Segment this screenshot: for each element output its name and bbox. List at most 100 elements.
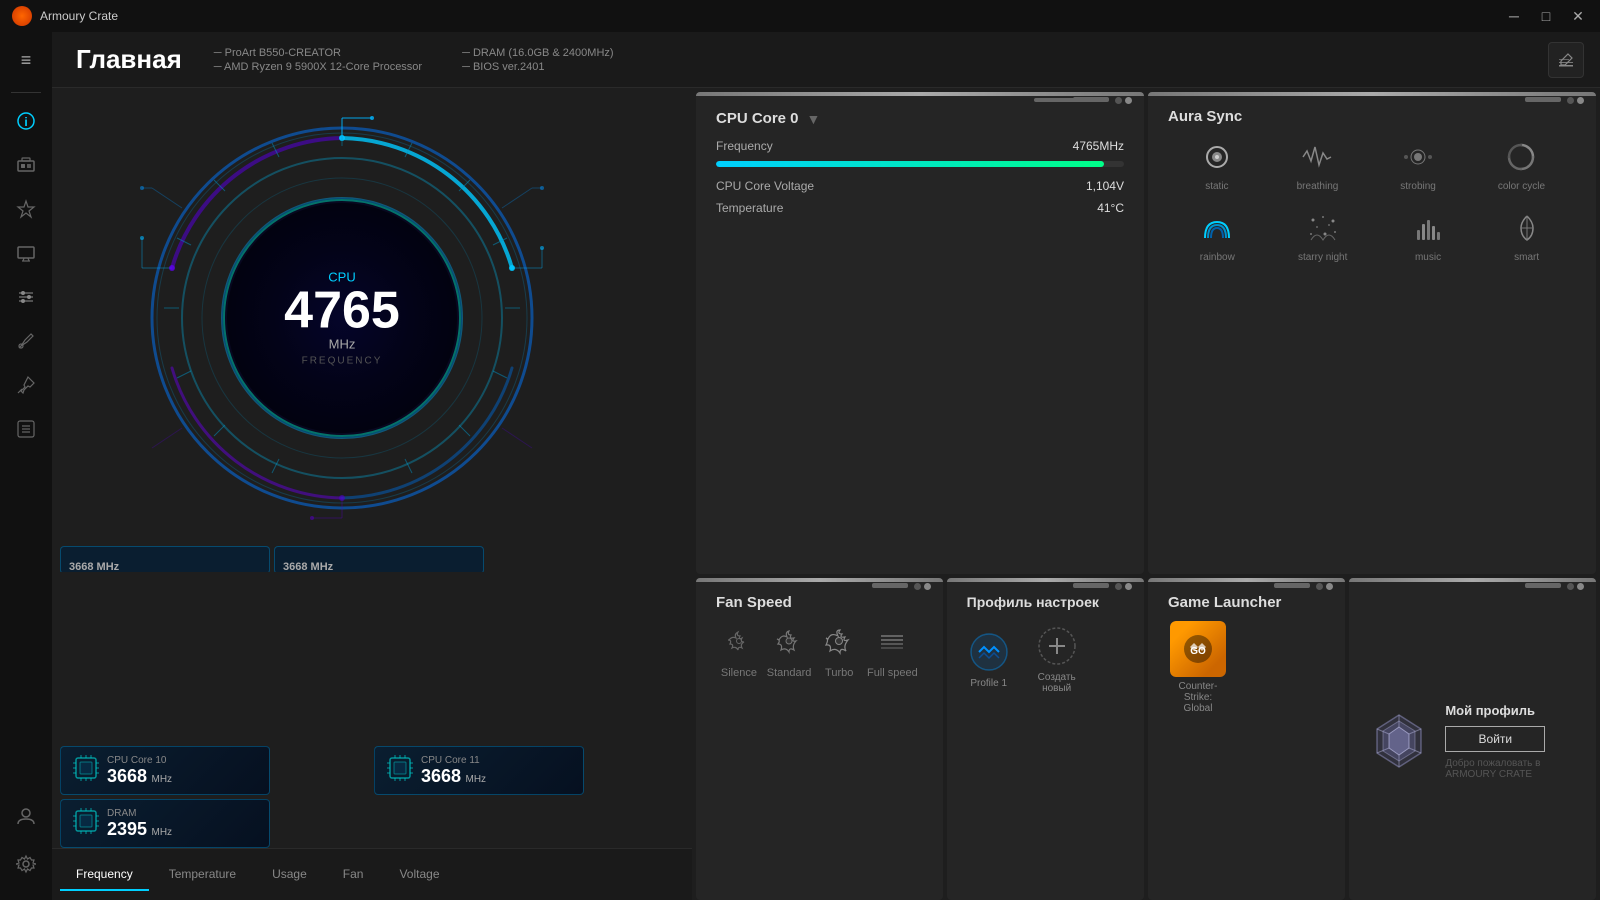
breathing-label: breathing bbox=[1297, 181, 1339, 192]
right-panel-container: CPU Core 0 ▼ Frequency 4765MHz CPU Core … bbox=[692, 88, 1600, 900]
fullspeed-label: Full speed bbox=[867, 667, 918, 679]
tab-fan[interactable]: Fan bbox=[327, 859, 380, 891]
fan-content: Fan Speed Silence bbox=[696, 578, 943, 691]
cpu-core-icon-0 bbox=[71, 753, 101, 788]
metric-unit-0: MHz bbox=[152, 774, 173, 785]
metric-card-0: CPU Core 10 3668 MHz bbox=[60, 746, 270, 795]
cpu-core-content: CPU Core 0 ▼ Frequency 4765MHz CPU Core … bbox=[696, 92, 1144, 235]
bottom-tabs: Frequency Temperature Usage Fan Voltage bbox=[52, 848, 692, 900]
my-profile-card: Мой профиль Войти Добро пожаловать в ARM… bbox=[1349, 578, 1596, 900]
sidebar-item-aura[interactable] bbox=[6, 189, 46, 229]
myprofile-top-bar bbox=[1349, 578, 1596, 582]
sidebar-item-menu[interactable]: ≡ bbox=[6, 40, 46, 80]
edit-button[interactable] bbox=[1548, 42, 1584, 78]
metric-card-2: DRAM 2395 MHz bbox=[60, 799, 270, 848]
profile-label-new: Создать новый bbox=[1038, 672, 1076, 694]
music-label: music bbox=[1415, 252, 1441, 263]
sidebar-item-list[interactable] bbox=[6, 409, 46, 449]
sidebar-item-settings[interactable] bbox=[6, 277, 46, 317]
spec-cpu: AMD Ryzen 9 5900X 12-Core Processor bbox=[214, 61, 422, 73]
aura-content: Aura Sync bbox=[1148, 92, 1596, 275]
cpu-visualization: CPU 4765 MHz FREQUENCY bbox=[132, 108, 552, 528]
fan-option-turbo[interactable]: Turbo bbox=[821, 625, 857, 679]
fan-options: Silence Standard bbox=[716, 625, 923, 679]
metric-name-2: DRAM bbox=[107, 808, 172, 819]
freq-row: Frequency 4765MHz bbox=[716, 139, 1124, 153]
aura-title: Aura Sync bbox=[1168, 108, 1576, 125]
aura-option-smart[interactable]: smart bbox=[1509, 210, 1545, 263]
profile-icon-1 bbox=[967, 630, 1011, 674]
game-item-csgo[interactable]: GO Counter-Strike: Global bbox=[1168, 621, 1228, 714]
sidebar-item-tools[interactable] bbox=[6, 321, 46, 361]
aura-option-starrynight[interactable]: starry night bbox=[1298, 210, 1347, 263]
sidebar-item-pin[interactable] bbox=[6, 365, 46, 405]
cpu-core-card: CPU Core 0 ▼ Frequency 4765MHz CPU Core … bbox=[696, 92, 1144, 574]
cpu-core-chevron[interactable]: ▼ bbox=[807, 111, 821, 127]
fan-title: Fan Speed bbox=[716, 594, 923, 611]
cpu-display: CPU 4765 MHz FREQUENCY bbox=[284, 270, 400, 367]
freq-label: Frequency bbox=[716, 139, 773, 153]
starrynight-icon bbox=[1305, 210, 1341, 246]
left-panel: CPU 4765 MHz FREQUENCY 3668 MHz bbox=[52, 88, 692, 900]
colorcycle-label: color cycle bbox=[1498, 181, 1545, 192]
static-label: static bbox=[1205, 181, 1228, 192]
profile-item-new[interactable]: Создать новый bbox=[1035, 624, 1079, 694]
sidebar-item-info[interactable]: i bbox=[6, 101, 46, 141]
fan-option-silence[interactable]: Silence bbox=[721, 625, 757, 679]
profile-content: Профиль настроек bbox=[947, 578, 1144, 706]
rainbow-icon bbox=[1199, 210, 1235, 246]
profile-title: Профиль настроек bbox=[967, 594, 1124, 610]
titlebar: Armoury Crate ─ □ ✕ bbox=[0, 0, 1600, 32]
aura-option-strobing[interactable]: strobing bbox=[1400, 139, 1436, 192]
profile-top-bar bbox=[947, 578, 1144, 582]
temp-row: Temperature 41°C bbox=[716, 201, 1124, 215]
temp-value: 41°C bbox=[1097, 201, 1124, 215]
close-button[interactable]: ✕ bbox=[1568, 8, 1588, 25]
sidebar-item-user[interactable] bbox=[6, 796, 46, 836]
tab-temperature[interactable]: Temperature bbox=[153, 859, 252, 891]
aura-option-music[interactable]: music bbox=[1410, 210, 1446, 263]
aura-option-colorcycle[interactable]: color cycle bbox=[1498, 139, 1545, 192]
fan-option-fullspeed[interactable]: Full speed bbox=[867, 625, 918, 679]
sidebar-item-gear[interactable] bbox=[6, 844, 46, 884]
myprofile-info: Мой профиль Войти Добро пожаловать в ARM… bbox=[1445, 703, 1576, 780]
standard-fan-icon bbox=[771, 625, 807, 661]
smart-label: smart bbox=[1514, 252, 1539, 263]
aura-option-rainbow[interactable]: rainbow bbox=[1199, 210, 1235, 263]
voltage-row: CPU Core Voltage 1,104V bbox=[716, 179, 1124, 193]
freq-value: 4765MHz bbox=[1073, 139, 1124, 153]
aura-option-breathing[interactable]: breathing bbox=[1297, 139, 1339, 192]
sidebar-item-hardware[interactable] bbox=[6, 145, 46, 185]
voltage-label: CPU Core Voltage bbox=[716, 179, 814, 193]
card-controls bbox=[1073, 97, 1132, 104]
main-content: Главная ProArt B550-CREATOR AMD Ryzen 9 … bbox=[52, 32, 1600, 900]
app-title: Armoury Crate bbox=[40, 9, 1504, 23]
tab-frequency[interactable]: Frequency bbox=[60, 859, 149, 891]
spec-motherboard: ProArt B550-CREATOR bbox=[214, 47, 422, 59]
login-button[interactable]: Войти bbox=[1445, 726, 1545, 752]
turbo-fan-icon bbox=[821, 625, 857, 661]
fan-option-standard[interactable]: Standard bbox=[767, 625, 812, 679]
partial-metrics-row: 3668 MHz 3668 MHz bbox=[60, 546, 684, 572]
tab-voltage[interactable]: Voltage bbox=[383, 859, 455, 891]
aura-option-static[interactable]: static bbox=[1199, 139, 1235, 192]
spec-dram: DRAM (16.0GB & 2400MHz) bbox=[462, 47, 613, 59]
fan-top-bar bbox=[696, 578, 943, 582]
restore-button[interactable]: □ bbox=[1536, 8, 1556, 25]
freq-bar-container bbox=[716, 161, 1124, 167]
profile-icon-new bbox=[1035, 624, 1079, 668]
sidebar-item-display[interactable] bbox=[6, 233, 46, 273]
minimize-button[interactable]: ─ bbox=[1504, 8, 1524, 25]
myprofile-avatar bbox=[1369, 711, 1429, 771]
turbo-label: Turbo bbox=[825, 667, 853, 679]
silence-label: Silence bbox=[721, 667, 757, 679]
tab-usage[interactable]: Usage bbox=[256, 859, 323, 891]
game-content: Game Launcher GO bbox=[1148, 578, 1345, 726]
header: Главная ProArt B550-CREATOR AMD Ryzen 9 … bbox=[52, 32, 1600, 88]
sidebar: ≡ i bbox=[0, 32, 52, 900]
aura-options-row-1: static breathing bbox=[1168, 139, 1576, 192]
rainbow-label: rainbow bbox=[1200, 252, 1235, 263]
temp-label: Temperature bbox=[716, 201, 783, 215]
profile-item-1[interactable]: Profile 1 bbox=[967, 630, 1011, 689]
partial-card-0: 3668 MHz bbox=[60, 546, 270, 572]
